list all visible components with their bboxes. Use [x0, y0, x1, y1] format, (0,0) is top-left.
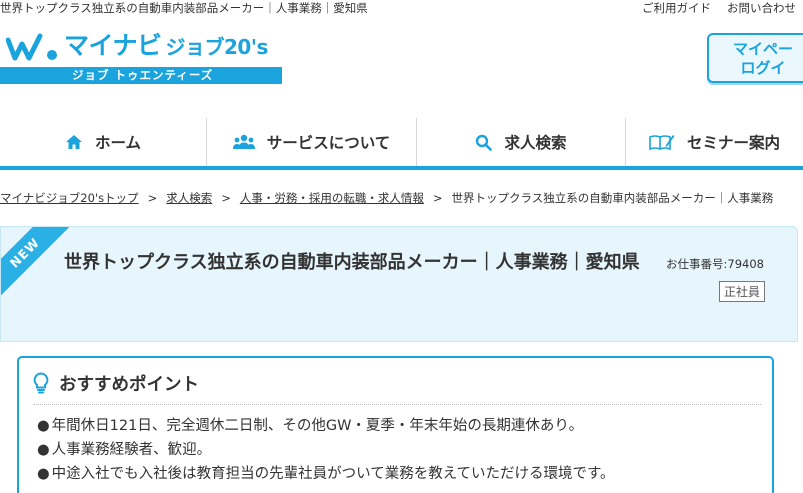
divider	[33, 404, 761, 405]
logo-reading-bar: ジョブ トゥエンティーズ	[0, 67, 282, 84]
top-bar: 世界トップクラス独立系の自動車内装部品メーカー｜人事業務｜愛知県 ご利用ガイド …	[0, 0, 803, 16]
employment-type-badge: 正社員	[718, 281, 765, 302]
nav-item-service[interactable]: サービスについて	[207, 118, 417, 166]
mypage-login-button[interactable]: マイペー ログイ	[707, 33, 803, 83]
site-logo[interactable]: マイナビ ジョブ20's ジョブ トゥエンティーズ	[0, 30, 284, 84]
nav-item-label: サービスについて	[266, 134, 391, 152]
top-page-title: 世界トップクラス独立系の自動車内装部品メーカー｜人事業務｜愛知県	[0, 1, 368, 15]
logo-text: マイナビ ジョブ20's	[64, 30, 268, 63]
breadcrumb: マイナビジョブ20'sトップ > 求人検索 > 人事・労務・採用の転職・求人情報 > 世界ト…	[0, 190, 803, 206]
list-item: 中途入社でも入社後は教育担当の先輩社員がついて業務を教えていただける環境です。	[37, 462, 615, 486]
mypage-label: マイペー	[732, 40, 793, 58]
users-icon	[232, 134, 255, 149]
nav-item-seminar[interactable]: セミナー案内	[626, 118, 803, 166]
nav-item-label: ホーム	[94, 134, 142, 152]
nav-item-home[interactable]: ホーム	[0, 118, 207, 166]
search-icon	[476, 134, 493, 151]
breadcrumb-separator: >	[147, 191, 158, 205]
logo-brand: マイナビ	[64, 31, 162, 60]
breadcrumb-separator: >	[221, 191, 231, 205]
global-nav: ホーム サービスについて 求人検索 セミナー案内	[0, 118, 803, 170]
mynavi-logo-icon	[6, 33, 57, 61]
nav-item-job-search[interactable]: 求人検索	[417, 118, 626, 166]
logo-sub: ジョブ20's	[165, 35, 269, 59]
contact-link[interactable]: お問い合わせ	[727, 0, 796, 16]
list-item: 人事業務経験者、歓迎。	[37, 438, 615, 462]
nav-item-label: セミナー案内	[686, 134, 780, 152]
recommend-heading-text: おすすめポイント	[59, 374, 199, 395]
recommend-points-box: おすすめポイント 年間休日121日、完全週休二日制、その他GW・夏季・年末年始の…	[17, 356, 774, 493]
breadcrumb-separator: >	[432, 191, 443, 205]
lightbulb-icon	[33, 372, 49, 394]
list-item: 年間休日121日、完全週休二日制、その他GW・夏季・年末年始の長期連休あり。	[37, 414, 615, 438]
nav-item-label: 求人検索	[504, 134, 567, 152]
home-icon	[65, 135, 82, 149]
recommend-list: 年間休日121日、完全週休二日制、その他GW・夏季・年末年始の長期連休あり。 人…	[37, 414, 615, 486]
login-label: ログイ	[740, 59, 786, 77]
recommend-heading: おすすめポイント	[33, 370, 199, 396]
job-number: お仕事番号:79408	[666, 257, 764, 271]
breadcrumb-current: 世界トップクラス独立系の自動車内装部品メーカー｜人事業務	[451, 191, 774, 205]
breadcrumb-top[interactable]: マイナビジョブ20'sトップ	[0, 191, 139, 205]
job-title: 世界トップクラス独立系の自動車内装部品メーカー｜人事業務｜愛知県	[64, 252, 640, 273]
breadcrumb-job-search[interactable]: 求人検索	[166, 191, 212, 205]
book-pen-icon	[649, 135, 675, 151]
utility-links: ご利用ガイド お問い合わせ	[642, 0, 796, 16]
job-header: NEW 世界トップクラス独立系の自動車内装部品メーカー｜人事業務｜愛知県 お仕事…	[0, 226, 798, 342]
guide-link[interactable]: ご利用ガイド	[642, 0, 711, 16]
breadcrumb-category[interactable]: 人事・労務・採用の転職・求人情報	[240, 191, 424, 205]
